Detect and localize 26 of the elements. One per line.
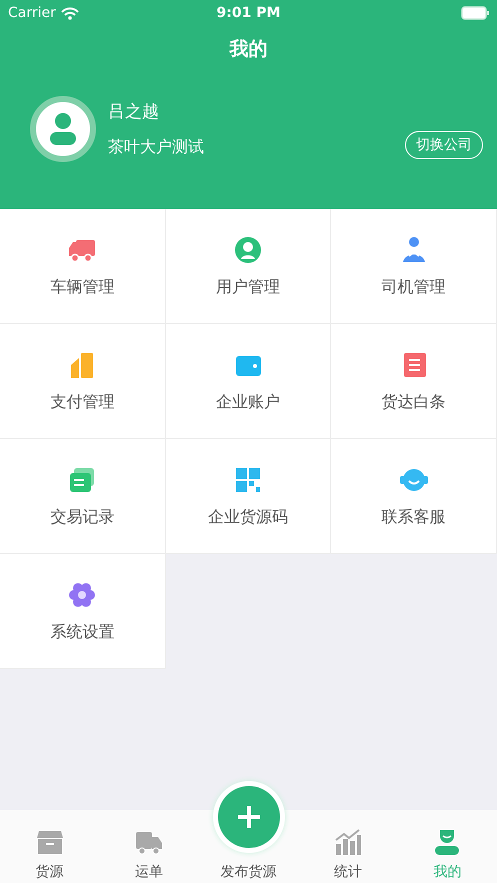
menu-item[interactable]: 联系客服 [331,439,497,554]
tab[interactable]: 货源 [0,810,100,883]
tab[interactable]: 运单 [99,810,199,883]
menu-item[interactable]: 企业货源码 [166,439,332,554]
company-name: 茶叶大户测试 [108,137,205,158]
user-icon [232,234,263,264]
menu-item[interactable]: 货达白条 [331,324,497,439]
battery-icon [460,6,489,20]
carrier-label: Carrier [8,5,56,21]
publish-tab-label[interactable]: 发布货源 [220,863,277,881]
menu-item[interactable]: 支付管理 [0,324,166,439]
bar-chart-icon [332,827,363,857]
menu-item[interactable]: 司机管理 [331,209,497,324]
menu-item[interactable]: 交易记录 [0,439,166,554]
plus-icon [236,804,262,830]
menu-item[interactable]: 用户管理 [166,209,332,324]
menu-item[interactable]: 企业账户 [166,324,332,439]
person-silhouette-icon [48,112,78,146]
menu-item[interactable]: 车辆管理 [0,209,166,324]
user-name: 吕之越 [108,101,160,123]
menu-item[interactable]: 系统设置 [0,554,166,669]
wifi-icon [60,6,79,20]
clock-time: 9:01 PM [216,5,280,21]
publish-button[interactable] [218,786,280,848]
page-title: 我的 [228,37,268,62]
tab[interactable]: 统计 [298,810,398,883]
